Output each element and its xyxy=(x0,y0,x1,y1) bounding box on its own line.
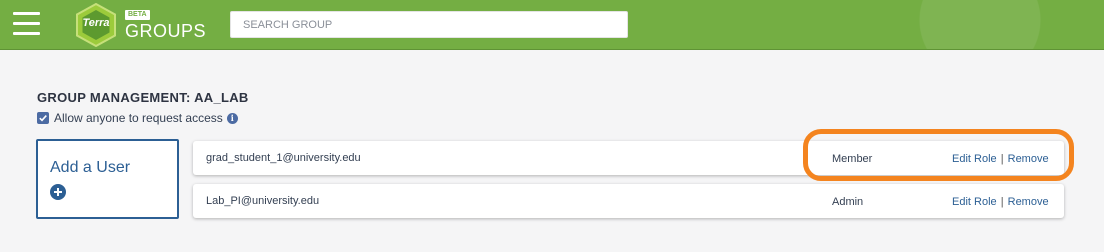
beta-badge: BETA xyxy=(125,10,150,20)
member-row: Lab_PI@university.edu Admin Edit Role | … xyxy=(193,184,1064,218)
member-role: Admin xyxy=(832,196,864,208)
terra-logo[interactable]: Terra xyxy=(74,3,118,47)
edit-role-link[interactable]: Edit Role xyxy=(952,196,997,208)
member-email: Lab_PI@university.edu xyxy=(206,195,320,207)
add-user-label: Add a User xyxy=(50,159,131,176)
action-separator: | xyxy=(1000,153,1004,165)
hamburger-menu-icon[interactable] xyxy=(13,12,40,36)
member-actions: Edit Role | Remove xyxy=(952,153,1049,165)
logo-text: Terra xyxy=(82,17,110,29)
remove-link[interactable]: Remove xyxy=(1008,153,1049,165)
member-actions: Edit Role | Remove xyxy=(952,196,1049,208)
member-email: grad_student_1@university.edu xyxy=(206,152,361,164)
member-row: grad_student_1@university.edu Member Edi… xyxy=(193,141,1064,175)
action-separator: | xyxy=(1000,196,1004,208)
allow-access-checkbox[interactable] xyxy=(37,112,49,124)
allow-access-row: Allow anyone to request access i xyxy=(37,111,238,125)
check-icon xyxy=(39,115,47,122)
plus-circle-icon xyxy=(50,184,66,200)
search-input[interactable] xyxy=(230,11,628,38)
add-user-card[interactable]: Add a User xyxy=(36,139,179,219)
member-role: Member xyxy=(832,153,873,165)
remove-link[interactable]: Remove xyxy=(1008,196,1049,208)
edit-role-link[interactable]: Edit Role xyxy=(952,153,997,165)
top-bar: Terra BETA GROUPS xyxy=(0,0,1104,50)
page-title: GROUP MANAGEMENT: AA_LAB xyxy=(37,90,249,105)
allow-access-label: Allow anyone to request access xyxy=(54,111,223,125)
app-title: GROUPS xyxy=(125,21,207,41)
info-icon[interactable]: i xyxy=(226,112,238,124)
